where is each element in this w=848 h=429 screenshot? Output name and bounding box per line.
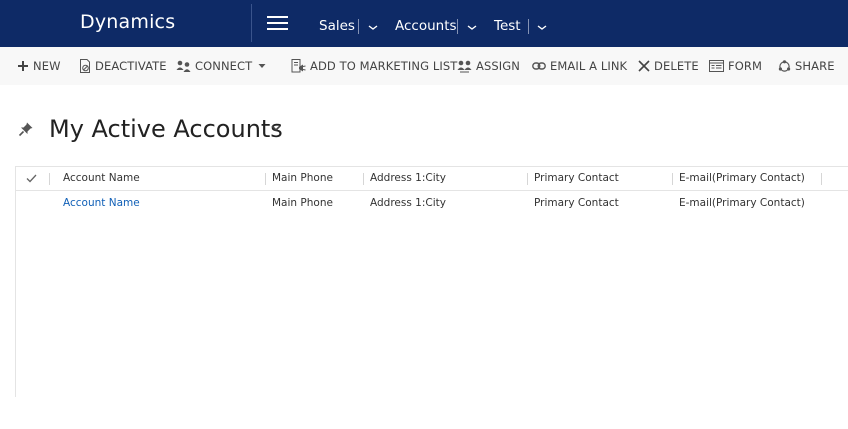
share-button-label: SHARE [795,59,835,73]
deactivate-icon [80,59,90,73]
chevron-down-icon[interactable] [537,18,547,32]
connect-button[interactable]: CONNECT [176,47,252,85]
nav-entity-accounts[interactable]: Accounts [395,18,457,35]
nav-separator [358,19,359,34]
command-bar: NEW DEACTIVATE CONNECT ADD TO MARKETING … [0,47,848,85]
email-primary-contact-cell: E-mail(Primary Contact) [679,197,805,209]
share-button[interactable]: SHARE [778,47,835,85]
column-header-address-city[interactable]: Address 1:City [370,167,446,190]
delete-button[interactable]: DELETE [638,47,699,85]
form-button[interactable]: FORM [709,47,762,85]
new-button[interactable]: NEW [17,47,61,85]
new-button-label: NEW [33,59,61,73]
assign-button-label: ASSIGN [476,59,520,73]
address-city-cell: Address 1:City [370,197,446,209]
main-phone-cell: Main Phone [272,197,333,209]
assign-icon [457,60,472,72]
table-row[interactable]: Account Name Main Phone Address 1:City P… [16,191,848,215]
view-selector-chevron-icon[interactable] [271,124,281,132]
pin-icon[interactable] [18,121,34,137]
account-name-link[interactable]: Account Name [63,191,140,215]
deactivate-button[interactable]: DEACTIVATE [79,47,167,85]
email-a-link-label: EMAIL A LINK [550,59,628,73]
column-separator [49,173,50,185]
connect-icon [176,60,191,72]
view-title[interactable]: My Active Accounts [49,114,283,144]
grid-header-row: Account Name Main Phone Address 1:City P… [16,166,848,191]
nav-separator [528,19,529,34]
plus-icon [18,61,28,71]
accounts-grid: Account Name Main Phone Address 1:City P… [15,166,848,397]
nav-area-sales[interactable]: Sales [319,18,355,35]
primary-contact-cell: Primary Contact [534,197,619,209]
form-button-label: FORM [728,59,762,73]
form-icon [709,60,724,72]
column-header-primary-contact[interactable]: Primary Contact [534,167,619,190]
column-separator [265,173,266,185]
deactivate-button-label: DEACTIVATE [95,59,167,73]
connect-button-label: CONNECT [195,59,253,73]
marketing-list-icon [291,59,306,73]
hamburger-menu-icon[interactable] [267,15,288,31]
chevron-down-icon[interactable] [467,18,477,32]
email-a-link-button[interactable]: EMAIL A LINK [532,47,627,85]
column-separator [821,173,822,185]
caret-down-icon [258,64,266,68]
assign-button[interactable]: ASSIGN [457,47,520,85]
add-to-marketing-list-label: ADD TO MARKETING LIST [310,59,458,73]
add-to-marketing-list-button[interactable]: ADD TO MARKETING LIST [291,47,457,85]
column-separator [672,173,673,185]
app-title[interactable]: Dynamics [80,10,175,34]
nav-separator [457,19,458,34]
column-separator [363,173,364,185]
link-icon [532,62,546,70]
delete-icon [638,60,650,72]
connect-dropdown-button[interactable] [258,47,270,85]
share-icon [778,59,791,72]
column-header-account-name[interactable]: Account Name [63,167,140,190]
nav-record-test[interactable]: Test [494,18,521,35]
nav-divider [251,4,252,42]
column-separator [527,173,528,185]
column-header-email-primary-contact[interactable]: E-mail(Primary Contact) [679,167,805,190]
top-nav-bar: Dynamics Sales Accounts Test [0,0,848,47]
delete-button-label: DELETE [654,59,699,73]
select-all-checkmark-icon[interactable] [26,174,37,183]
chevron-down-icon[interactable] [368,18,378,32]
column-header-main-phone[interactable]: Main Phone [272,167,333,190]
